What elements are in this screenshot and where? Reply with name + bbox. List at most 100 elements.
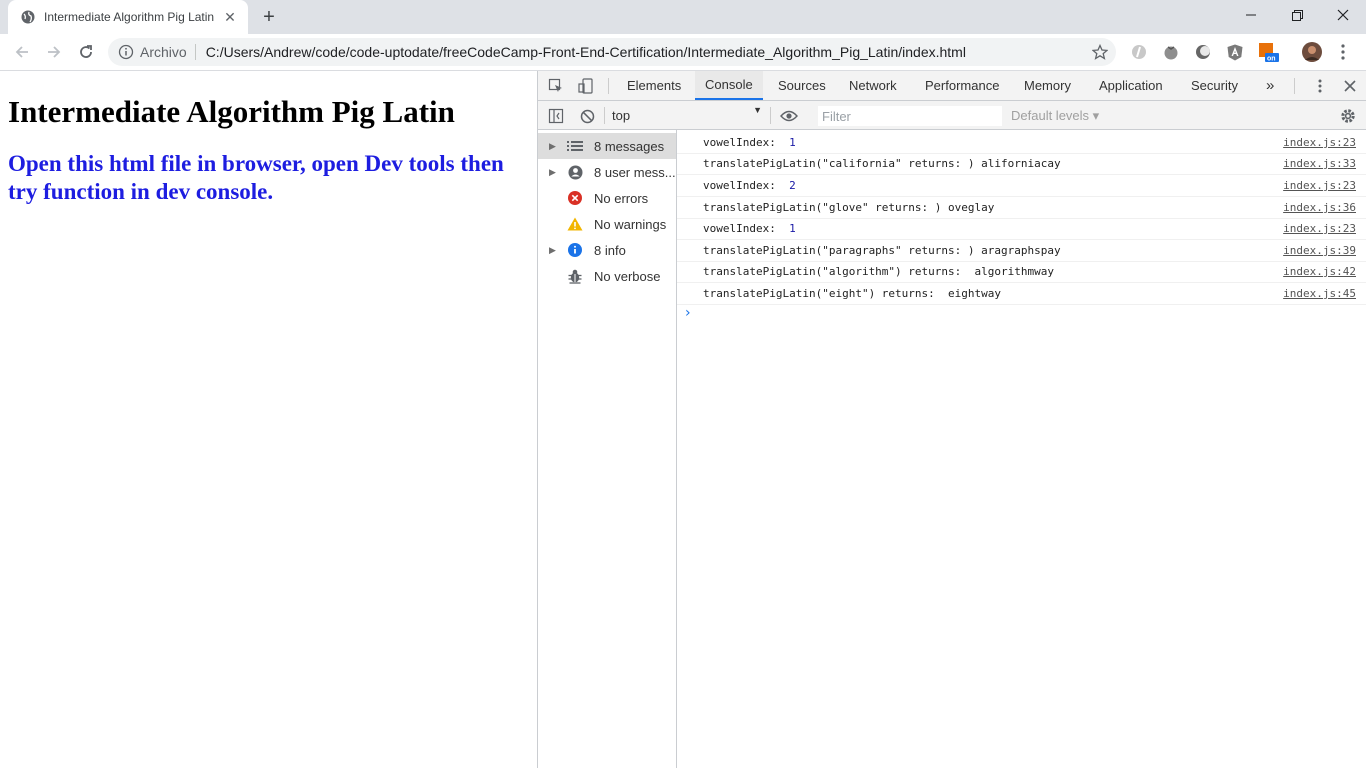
on-off-extension-icon[interactable]: on [1258, 42, 1280, 64]
source-link[interactable]: index.js:23 [1283, 179, 1356, 192]
inspect-element-icon[interactable] [546, 76, 566, 96]
console-message: translatePigLatin("california" returns: … [677, 153, 1366, 175]
reload-button[interactable] [72, 38, 100, 66]
sidebar-toggle-icon[interactable] [547, 107, 565, 125]
source-link[interactable]: index.js:39 [1283, 244, 1356, 257]
message-number: 2 [789, 179, 796, 192]
angular-extension-icon[interactable] [1226, 43, 1244, 61]
expand-arrow-icon[interactable]: ▶ [538, 167, 556, 178]
tab-console[interactable]: Console [695, 71, 763, 100]
console-toolbar: top ▼ Filter Default levels ▾ [538, 101, 1366, 130]
source-link[interactable]: index.js:42 [1283, 265, 1356, 278]
tab-network[interactable]: Network [839, 71, 907, 100]
toolbar-divider [604, 107, 605, 124]
log-levels-dropdown[interactable]: Default levels ▾ [1011, 106, 1099, 126]
context-selector[interactable]: top ▼ [612, 105, 762, 125]
list-icon [566, 138, 584, 154]
sidebar-item-label: No verbose [594, 268, 661, 284]
toolbar-divider [770, 107, 771, 124]
page-viewport: Intermediate Algorithm Pig Latin Open th… [0, 71, 538, 768]
sidebar-item-label: No warnings [594, 216, 667, 232]
close-tab-icon[interactable]: ✕ [222, 9, 238, 25]
message-text: translatePigLatin("glove" returns: ) ove… [703, 201, 995, 214]
scheme-label: Archivo [140, 44, 187, 60]
source-link[interactable]: index.js:36 [1283, 201, 1356, 214]
message-number: 1 [789, 136, 796, 149]
source-link[interactable]: index.js:33 [1283, 157, 1356, 170]
extension-icon-1[interactable] [1130, 43, 1148, 61]
minimize-button[interactable] [1228, 0, 1274, 30]
expand-arrow-icon[interactable]: ▶ [538, 141, 556, 152]
url-text[interactable]: C:/Users/Andrew/code/code-uptodate/freeC… [206, 44, 966, 60]
devtools-menu-icon[interactable] [1310, 76, 1330, 96]
sidebar-item-warnings[interactable]: No warnings [538, 211, 676, 237]
sidebar-item-info[interactable]: ▶ 8 info [538, 237, 676, 263]
tab-memory[interactable]: Memory [1014, 71, 1081, 100]
console-message: translatePigLatin("algorithm") returns: … [677, 261, 1366, 283]
info-icon[interactable] [118, 44, 134, 60]
forward-button[interactable] [40, 38, 68, 66]
browser-toolbar: Archivo C:/Users/Andrew/code/code-uptoda… [0, 34, 1366, 71]
tab-title: Intermediate Algorithm Pig Latin [44, 10, 215, 24]
source-link[interactable]: index.js:45 [1283, 287, 1356, 300]
context-value: top [612, 107, 631, 123]
sidebar-item-label: 8 info [594, 242, 626, 258]
user-icon [566, 164, 584, 180]
address-bar[interactable]: Archivo C:/Users/Andrew/code/code-uptoda… [108, 38, 1116, 66]
svg-text:on: on [1267, 56, 1276, 63]
console-prompt[interactable]: › [685, 305, 691, 321]
message-text: translatePigLatin("algorithm") returns: … [703, 265, 1054, 278]
sidebar-item-messages[interactable]: ▶ 8 messages [538, 133, 676, 159]
console-message: vowelIndex: 1 index.js:23 [677, 132, 1366, 154]
bug-icon [566, 268, 584, 284]
console-message: translatePigLatin("glove" returns: ) ove… [677, 197, 1366, 219]
sidebar-item-verbose[interactable]: No verbose [538, 263, 676, 289]
source-link[interactable]: index.js:23 [1283, 136, 1356, 149]
tab-sources[interactable]: Sources [768, 71, 836, 100]
clear-console-icon[interactable] [578, 107, 596, 125]
message-text: translatePigLatin("paragraphs" returns: … [703, 244, 1061, 257]
filter-input[interactable]: Filter [818, 106, 1002, 126]
dark-mode-extension-icon[interactable] [1194, 43, 1212, 61]
arrow-left-icon [15, 46, 28, 58]
eye-icon[interactable] [779, 107, 799, 125]
new-tab-button[interactable]: + [256, 5, 282, 29]
sidebar-item-label: No errors [594, 190, 649, 206]
more-tabs-button[interactable]: » [1256, 71, 1284, 100]
console-sidebar: ▶ 8 messages ▶ 8 user mess... No errors … [538, 130, 677, 768]
close-devtools-icon[interactable] [1340, 76, 1360, 96]
avatar[interactable] [1302, 42, 1322, 62]
back-button[interactable] [8, 38, 36, 66]
reload-icon [80, 45, 92, 58]
tab-performance[interactable]: Performance [915, 71, 1009, 100]
bookmark-star-icon[interactable] [1091, 43, 1109, 60]
message-text: vowelIndex: [703, 222, 790, 235]
device-toolbar-icon[interactable] [576, 76, 596, 96]
tab-security[interactable]: Security [1181, 71, 1248, 100]
devtools-panel: Elements Console Sources Network Perform… [537, 71, 1366, 768]
source-link[interactable]: index.js:23 [1283, 222, 1356, 235]
console-message: translatePigLatin("eight") returns: eigh… [677, 283, 1366, 305]
info-icon [566, 242, 584, 258]
devtools-divider [608, 78, 609, 94]
gear-icon[interactable] [1339, 107, 1357, 125]
globe-icon [20, 9, 36, 25]
browser-tab[interactable]: Intermediate Algorithm Pig Latin ✕ [8, 0, 248, 34]
sidebar-item-user-messages[interactable]: ▶ 8 user mess... [538, 159, 676, 185]
tab-elements[interactable]: Elements [617, 71, 691, 100]
warning-icon [566, 216, 584, 232]
sidebar-item-errors[interactable]: No errors [538, 185, 676, 211]
console-output[interactable]: vowelIndex: 1 index.js:23 translatePigLa… [677, 130, 1366, 768]
devtools-divider [1294, 78, 1295, 94]
arrow-right-icon [48, 46, 61, 58]
tab-application[interactable]: Application [1089, 71, 1173, 100]
menu-kebab-icon[interactable] [1334, 43, 1352, 61]
restore-button[interactable] [1274, 0, 1320, 30]
console-message: translatePigLatin("paragraphs" returns: … [677, 240, 1366, 262]
message-text: vowelIndex: [703, 179, 790, 192]
error-icon [566, 190, 584, 206]
tomato-extension-icon[interactable] [1162, 43, 1180, 61]
console-message: vowelIndex: 1 index.js:23 [677, 218, 1366, 240]
close-window-button[interactable] [1320, 0, 1366, 30]
expand-arrow-icon[interactable]: ▶ [538, 245, 556, 256]
